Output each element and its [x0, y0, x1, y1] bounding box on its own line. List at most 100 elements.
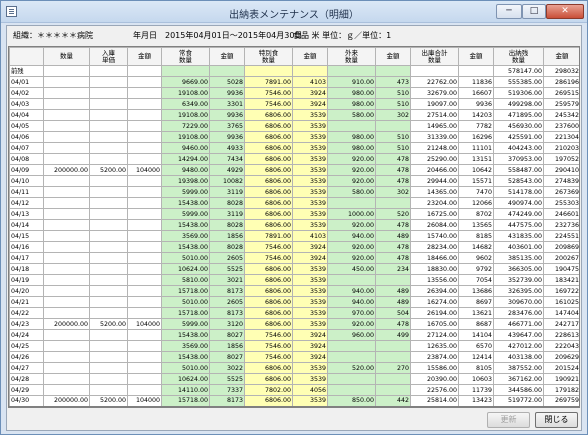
table-row[interactable]: 04/14 15438.00 8028 6806.00 3539 920.00 478 260…	[9, 219, 579, 231]
value-cell	[89, 120, 128, 132]
value-cell: 5999.00	[161, 186, 210, 198]
value-cell	[89, 230, 128, 242]
value-cell	[89, 131, 128, 143]
table-row[interactable]: 04/11 5999.00 3119 6806.00 3539 580.00 302 1436…	[9, 186, 579, 198]
value-cell: 3539	[292, 318, 328, 330]
table-row[interactable]: 04/18 10624.00 5525 6806.00 3539 450.00 234 188…	[9, 263, 579, 275]
value-cell: 13556.00	[410, 274, 459, 286]
totals-row[interactable]: 合計600000.00 312000341209.00177428212526.0…	[9, 405, 579, 407]
value-cell	[89, 296, 128, 308]
value-cell: 340273	[458, 405, 494, 407]
table-row[interactable]: 04/06 19108.00 9936 6806.00 3539 980.00 510 313…	[9, 131, 579, 143]
value-cell: 286196	[543, 76, 579, 88]
value-cell	[43, 307, 90, 319]
table-row[interactable]: 04/23 200000.00 5200.00 104000 5999.00 3120 68…	[9, 318, 579, 330]
date-cell: 04/13	[9, 208, 44, 220]
value-cell: 5810.00	[161, 274, 210, 286]
value-cell: 3539	[292, 131, 328, 143]
value-cell: 9460.00	[161, 142, 210, 154]
table-row[interactable]: 前残 578147.00 298032	[9, 65, 579, 77]
table-row[interactable]: 04/16 15438.00 8028 7546.00 3924 920.00 478 282…	[9, 241, 579, 253]
value-cell: 510	[375, 131, 411, 143]
value-cell: 7891.00	[244, 76, 293, 88]
date-cell: 04/04	[9, 109, 44, 121]
value-cell	[127, 87, 162, 99]
table-row[interactable]: 04/01 9669.00 5028 7891.00 4103 910.00 473 2276…	[9, 76, 579, 88]
table-row[interactable]: 04/30 200000.00 5200.00 104000 15718.00 8173 6…	[9, 395, 579, 407]
value-cell: 9936	[209, 87, 245, 99]
value-cell: 13565	[458, 219, 494, 231]
column-header: 金額	[458, 47, 494, 66]
value-cell: 910.00	[327, 76, 376, 88]
table-row[interactable]: 04/19 5810.00 3021 6806.00 3539 13556.00 7054 3…	[9, 274, 579, 286]
value-cell: 15438.00	[161, 219, 210, 231]
table-row[interactable]: 04/07 9460.00 4933 6806.00 3539 980.00 510 2124…	[9, 142, 579, 154]
date-cell: 04/08	[9, 153, 44, 165]
value-cell: 326395.00	[493, 285, 544, 297]
value-cell: 3539	[292, 164, 328, 176]
value-cell: 466771.00	[493, 318, 544, 330]
update-button[interactable]: 更新	[487, 412, 530, 428]
column-header: 出納残 数量	[493, 47, 544, 66]
table-row[interactable]: 04/24 15438.00 8027 7546.00 3924 960.00 499 271…	[9, 329, 579, 341]
item-label: 食品 米 単位：ｇ／単位：1	[293, 31, 392, 40]
value-cell: 504	[375, 307, 411, 319]
date-cell: 04/16	[9, 241, 44, 253]
close-window-button[interactable]: ✕	[546, 4, 584, 19]
table-row[interactable]: 04/22 15718.00 8173 6806.00 3539 970.00 504 261…	[9, 307, 579, 319]
value-cell: 5010.00	[161, 252, 210, 264]
ledger-grid[interactable]: 数量 入庫 単価 金額 常食 数量 金額 特別食 数量 金額 外来 数量 金額 出庫合計 数量 金額…	[8, 46, 580, 408]
table-row[interactable]: 04/20 15718.00 8173 6806.00 3539 940.00 489 263…	[9, 285, 579, 297]
table-row[interactable]: 04/08 14294.00 7434 6806.00 3539 920.00 478 252…	[9, 153, 579, 165]
table-row[interactable]: 04/26 15438.00 8027 7546.00 3924 23874.00 1241…	[9, 351, 579, 363]
table-row[interactable]: 04/03 6349.00 3301 7546.00 3924 980.00 510 1909…	[9, 98, 579, 110]
value-cell: 234	[375, 263, 411, 275]
table-row[interactable]: 04/13 5999.00 3119 6806.00 3539 1000.00 520 167…	[9, 208, 579, 220]
value-cell: 5525	[209, 263, 245, 275]
value-cell: 520.00	[327, 362, 376, 374]
value-cell: 14682	[458, 241, 494, 253]
close-button[interactable]: 閉じる	[535, 412, 578, 428]
restore-button[interactable]: □	[522, 4, 546, 19]
table-row[interactable]: 04/29 14110.00 7337 7802.00 4056 22576.00 1173…	[9, 384, 579, 396]
value-cell: 478	[375, 318, 411, 330]
table-row[interactable]: 04/04 19108.00 9936 6806.00 3539 580.00 302 275…	[9, 109, 579, 121]
value-cell: 15438.00	[161, 351, 210, 363]
table-row[interactable]: 04/25 3569.00 1856 7546.00 3924 12635.00 6570 4…	[9, 340, 579, 352]
value-cell	[43, 153, 90, 165]
value-cell	[89, 274, 128, 286]
value-cell: 32679.00	[410, 87, 459, 99]
value-cell: 514178.00	[493, 186, 544, 198]
table-row[interactable]: 04/21 5010.00 2605 6806.00 3539 940.00 489 1627…	[9, 296, 579, 308]
value-cell: 7546.00	[244, 98, 293, 110]
value-cell: 9792	[458, 263, 494, 275]
value-cell	[127, 373, 162, 385]
date-cell: 04/11	[9, 186, 44, 198]
value-cell: 3539	[292, 175, 328, 187]
value-cell: 200267	[543, 252, 579, 264]
value-cell: 11101	[458, 142, 494, 154]
table-row[interactable]: 04/05 7229.00 3765 6806.00 3539 14965.00 7782 4…	[9, 120, 579, 132]
table-row[interactable]: 04/27 5010.00 3022 6806.00 3539 520.00 270 1558…	[9, 362, 579, 374]
table-row[interactable]: 04/17 5010.00 2605 7546.00 3924 920.00 478 1846…	[9, 252, 579, 264]
table-row[interactable]: 04/10 19398.00 10082 6806.00 3539 920.00 478 29…	[9, 175, 579, 187]
table-row[interactable]: 04/02 19108.00 9936 7546.00 3924 980.00 510 326…	[9, 87, 579, 99]
value-cell: 10945	[375, 405, 411, 407]
value-cell: 3539	[292, 109, 328, 121]
value-cell	[89, 373, 128, 385]
value-cell: 12635.00	[410, 340, 459, 352]
value-cell	[43, 241, 90, 253]
value-cell: 3539	[292, 307, 328, 319]
value-cell: 6806.00	[244, 307, 293, 319]
minimize-button[interactable]: ─	[496, 4, 522, 19]
value-cell	[43, 351, 90, 363]
table-row[interactable]: 04/12 15438.00 8028 6806.00 3539 23204.00 1206…	[9, 197, 579, 209]
value-cell: 3569.00	[161, 340, 210, 352]
table-row[interactable]: 04/15 3569.00 1856 7891.00 4103 940.00 489 1574…	[9, 230, 579, 242]
value-cell	[89, 65, 128, 77]
table-row[interactable]: 04/28 10624.00 5525 6806.00 3539 20390.00 1060…	[9, 373, 579, 385]
value-cell: 26084.00	[410, 219, 459, 231]
value-cell	[89, 76, 128, 88]
table-row[interactable]: 04/09 200000.00 5200.00 104000 9480.00 4929 68…	[9, 164, 579, 176]
value-cell: 27514.00	[410, 109, 459, 121]
